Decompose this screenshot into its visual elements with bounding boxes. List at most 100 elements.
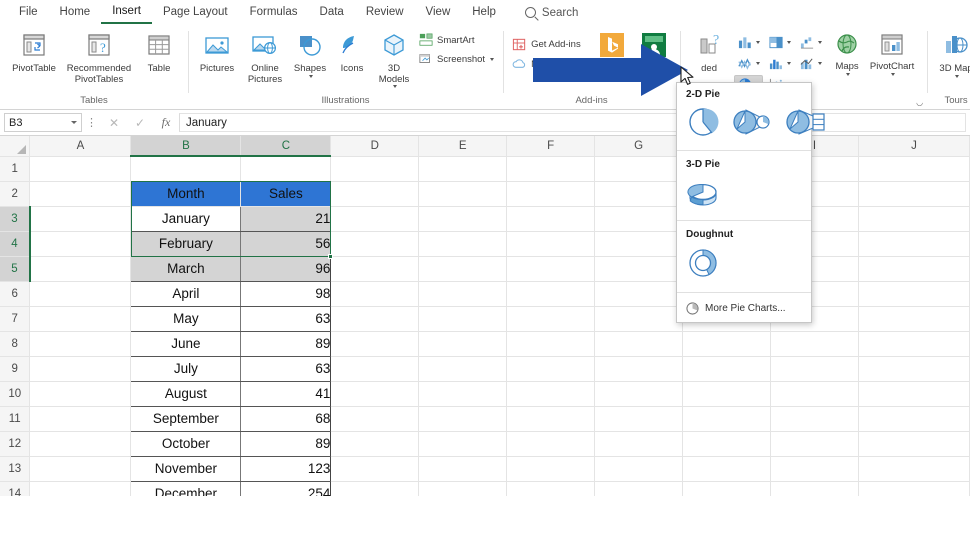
my-addins-button[interactable]: My Add-ins <box>509 56 590 73</box>
cell-a10[interactable] <box>30 381 131 406</box>
cell-h13[interactable] <box>683 456 771 481</box>
tab-file[interactable]: File <box>8 2 49 23</box>
cell-f5[interactable] <box>507 256 595 281</box>
cell-b14[interactable]: December <box>131 481 241 496</box>
recommended-pivottables-button[interactable]: ? Recommended PivotTables <box>64 28 134 85</box>
cell-d9[interactable] <box>331 356 419 381</box>
tab-review[interactable]: Review <box>355 2 415 23</box>
cell-g2[interactable] <box>595 181 683 206</box>
cell-f1[interactable] <box>507 156 595 181</box>
cell-c11[interactable]: 68 <box>241 406 331 431</box>
line-chart-chevron-down-icon[interactable] <box>756 62 760 65</box>
cell-g9[interactable] <box>595 356 683 381</box>
my-addins-chevron-down-icon[interactable] <box>583 63 587 66</box>
shapes-button[interactable]: Shapes <box>290 28 330 78</box>
pie-of-pie-option[interactable] <box>731 105 775 144</box>
formula-input[interactable]: January <box>179 113 966 132</box>
cell-c6[interactable]: 98 <box>241 281 331 306</box>
cell-g3[interactable] <box>595 206 683 231</box>
cell-c14[interactable]: 254 <box>241 481 331 496</box>
cell-c2[interactable]: Sales <box>241 181 331 206</box>
cell-d5[interactable] <box>331 256 419 281</box>
cell-b5[interactable]: March <box>131 256 241 281</box>
cell-a5[interactable] <box>30 256 131 281</box>
cell-e6[interactable] <box>419 281 507 306</box>
tab-insert[interactable]: Insert <box>101 1 152 24</box>
screenshot-button[interactable]: Screenshot <box>416 51 497 67</box>
combo-chart-chevron-down-icon[interactable] <box>818 62 822 65</box>
cell-e7[interactable] <box>419 306 507 331</box>
tab-formulas[interactable]: Formulas <box>239 2 309 23</box>
cell-a14[interactable] <box>30 481 131 496</box>
cell-g8[interactable] <box>595 331 683 356</box>
cell-i8[interactable] <box>771 331 859 356</box>
row-header-4[interactable]: 4 <box>0 231 30 256</box>
cell-d1[interactable] <box>331 156 419 181</box>
cell-h12[interactable] <box>683 431 771 456</box>
get-addins-button[interactable]: Get Add-ins <box>509 36 590 53</box>
cell-h14[interactable] <box>683 481 771 496</box>
pivotchart-chevron-down-icon[interactable] <box>891 73 895 76</box>
cell-e10[interactable] <box>419 381 507 406</box>
cell-e11[interactable] <box>419 406 507 431</box>
cell-g14[interactable] <box>595 481 683 496</box>
maps-chevron-down-icon[interactable] <box>846 73 850 76</box>
cell-f4[interactable] <box>507 231 595 256</box>
tab-view[interactable]: View <box>415 2 462 23</box>
cell-e1[interactable] <box>419 156 507 181</box>
cell-e12[interactable] <box>419 431 507 456</box>
cell-g7[interactable] <box>595 306 683 331</box>
pivottable-button[interactable]: PivotTable <box>6 28 62 75</box>
cell-b10[interactable]: August <box>131 381 241 406</box>
cell-b3[interactable]: January <box>131 206 241 231</box>
cell-c1[interactable] <box>241 156 331 181</box>
row-header-11[interactable]: 11 <box>0 406 30 431</box>
enter-icon[interactable]: ✓ <box>127 116 153 130</box>
row-header-13[interactable]: 13 <box>0 456 30 481</box>
cell-f11[interactable] <box>507 406 595 431</box>
cell-a1[interactable] <box>30 156 131 181</box>
row-header-8[interactable]: 8 <box>0 331 30 356</box>
cell-j3[interactable] <box>858 206 969 231</box>
cell-e2[interactable] <box>419 181 507 206</box>
cell-b1[interactable] <box>131 156 241 181</box>
row-header-10[interactable]: 10 <box>0 381 30 406</box>
cell-j6[interactable] <box>858 281 969 306</box>
search-box[interactable]: Search <box>525 7 578 19</box>
statistic-chart-chevron-down-icon[interactable] <box>787 62 791 65</box>
name-box[interactable]: B3 <box>4 113 82 132</box>
cell-g6[interactable] <box>595 281 683 306</box>
cell-a7[interactable] <box>30 306 131 331</box>
cell-a6[interactable] <box>30 281 131 306</box>
charts-dialog-launcher[interactable]: ◡ <box>916 98 923 107</box>
table-button[interactable]: Table <box>136 28 182 75</box>
screenshot-chevron-down-icon[interactable] <box>490 58 494 61</box>
cell-f12[interactable] <box>507 431 595 456</box>
cell-h10[interactable] <box>683 381 771 406</box>
cell-j13[interactable] <box>858 456 969 481</box>
cell-d8[interactable] <box>331 331 419 356</box>
column-header-c[interactable]: C <box>241 136 331 156</box>
cell-h9[interactable] <box>683 356 771 381</box>
more-pie-charts-item[interactable]: More Pie Charts... <box>677 295 811 322</box>
cell-c13[interactable]: 123 <box>241 456 331 481</box>
bing-maps-button[interactable]: Bing Maps <box>592 28 632 83</box>
insert-function-icon[interactable]: fx <box>153 115 179 130</box>
pie-3d-option[interactable] <box>686 175 722 214</box>
cell-j5[interactable] <box>858 256 969 281</box>
column-chart-chevron-down-icon[interactable] <box>756 41 760 44</box>
cell-c9[interactable]: 63 <box>241 356 331 381</box>
cell-b11[interactable]: September <box>131 406 241 431</box>
cell-e13[interactable] <box>419 456 507 481</box>
cell-e5[interactable] <box>419 256 507 281</box>
cell-d4[interactable] <box>331 231 419 256</box>
cell-b8[interactable]: June <box>131 331 241 356</box>
cell-j9[interactable] <box>858 356 969 381</box>
cell-i12[interactable] <box>771 431 859 456</box>
3d-map-chevron-down-icon[interactable] <box>955 75 959 78</box>
cell-b7[interactable]: May <box>131 306 241 331</box>
row-header-12[interactable]: 12 <box>0 431 30 456</box>
tab-home[interactable]: Home <box>49 2 102 23</box>
fill-handle[interactable] <box>328 254 333 259</box>
row-header-3[interactable]: 3 <box>0 206 30 231</box>
